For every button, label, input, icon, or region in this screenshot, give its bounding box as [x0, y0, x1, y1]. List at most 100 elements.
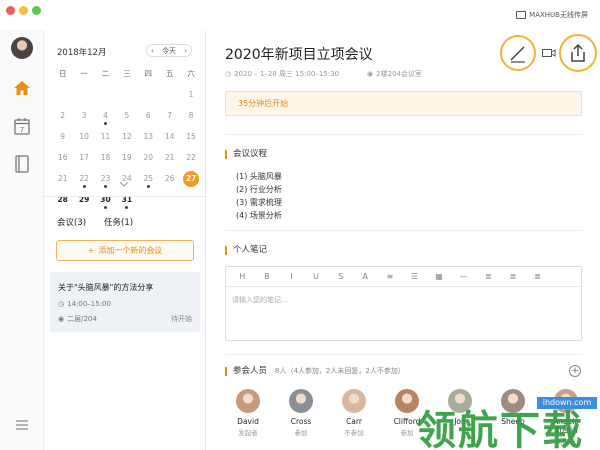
calendar-day-number: 25	[143, 174, 154, 183]
calendar-day	[95, 89, 116, 110]
calendar-day-number: 14	[164, 132, 175, 141]
toolbar-button[interactable]: S	[328, 272, 353, 281]
toolbar-button[interactable]: B	[255, 272, 280, 281]
meeting-card-room-text: 二层/204	[67, 315, 97, 323]
calendar-day-number: 9	[60, 132, 66, 141]
calendar-day[interactable]: 13	[138, 131, 159, 152]
toolbar-button[interactable]: A	[353, 272, 378, 281]
calendar-day-today[interactable]: 27	[180, 171, 201, 194]
minimize-window-button[interactable]	[19, 6, 28, 15]
attendee[interactable]: Cross 参加	[280, 389, 322, 446]
menu-icon[interactable]	[12, 415, 32, 435]
calendar-day[interactable]: 6	[138, 110, 159, 131]
weekday-label: 三	[123, 69, 131, 78]
calendar-day[interactable]: 21	[52, 173, 73, 194]
calendar-day[interactable]: 15	[180, 131, 201, 152]
calendar-day[interactable]: 2	[52, 110, 73, 131]
calendar-day-number: 4	[103, 111, 108, 120]
home-icon[interactable]	[12, 78, 32, 98]
agenda-list: (1) 头脑风暴 (2) 行业分析 (3) 需求梳理 (4) 场景分析	[236, 170, 282, 222]
meeting-card-time-text: 14:00–15:00	[67, 300, 111, 308]
weekday-label: 日	[58, 69, 67, 78]
calendar-day[interactable]: 7	[159, 110, 180, 131]
calendar-day-number: 13	[143, 132, 154, 141]
calendar-day[interactable]: 25	[138, 173, 159, 194]
calendar-day[interactable]: 23	[95, 173, 116, 194]
attendees-label: 参会人员	[225, 366, 267, 376]
calendar-day[interactable]: 18	[95, 152, 116, 173]
calendar-day[interactable]: 30	[95, 194, 116, 215]
calendar-week: 2 3 4 5 6 7 8	[52, 110, 202, 131]
toolbar-button[interactable]: ≣	[501, 272, 526, 281]
add-meeting-label: 添加一个新的会议	[98, 246, 163, 255]
calendar-day[interactable]: 11	[95, 131, 116, 152]
toolbar-button[interactable]: ≣	[476, 272, 501, 281]
agenda-item: (1) 头脑风暴	[236, 172, 282, 181]
share-button[interactable]	[559, 34, 597, 72]
user-avatar[interactable]	[11, 37, 33, 59]
calendar-day[interactable]: 5	[116, 110, 137, 131]
tab-meetings[interactable]: 会议(3)	[57, 216, 86, 228]
divider	[225, 134, 582, 135]
calendar-day[interactable]: 19	[116, 152, 137, 173]
calendar-day[interactable]: 28	[52, 194, 73, 215]
maximize-window-button[interactable]	[32, 6, 41, 15]
calendar-day[interactable]: 16	[52, 152, 73, 173]
calendar-day[interactable]: 21	[159, 152, 180, 173]
toolbar-button[interactable]: I	[279, 272, 304, 281]
notes-label: 个人笔记	[225, 246, 267, 255]
calendar-day[interactable]: 14	[159, 131, 180, 152]
pen-icon	[510, 46, 525, 63]
calendar-day[interactable]: 26	[159, 173, 180, 194]
notes-input[interactable]: 请输入您的笔记...	[232, 295, 288, 305]
calendar-day[interactable]: 29	[73, 194, 94, 215]
toolbar-button[interactable]: H	[230, 272, 255, 281]
screen-cast-button[interactable]: MAXHUB无线传屏	[516, 10, 588, 20]
video-icon[interactable]	[542, 48, 556, 58]
toolbar-button[interactable]: ≡	[378, 272, 403, 281]
edit-button[interactable]	[500, 35, 536, 71]
calendar-day[interactable]: 4	[95, 110, 116, 131]
toolbar-button[interactable]: ☰	[402, 272, 427, 281]
calendar-day-number: 16	[57, 153, 68, 162]
calendar-day[interactable]: 31	[116, 194, 137, 215]
calendar-day[interactable]: 20	[138, 152, 159, 173]
calendar-icon[interactable]: 7	[12, 116, 32, 136]
toolbar-button[interactable]: U	[304, 272, 329, 281]
calendar-day[interactable]: 12	[116, 131, 137, 152]
collapse-calendar-icon[interactable]	[119, 180, 129, 190]
tab-tasks[interactable]: 任务(1)	[104, 216, 133, 228]
cast-label: MAXHUB无线传屏	[529, 11, 588, 19]
add-attendee-icon[interactable]: +	[569, 365, 581, 377]
calendar-day[interactable]: 22	[73, 173, 94, 194]
notebook-icon[interactable]	[12, 154, 32, 174]
attendee-avatar	[342, 389, 366, 413]
calendar-day[interactable]: 8	[180, 110, 201, 131]
meeting-card[interactable]: 关于"头脑风暴"的方法分享 ◷ 14:00–15:00 ◉ 二层/204 待开始	[50, 272, 200, 332]
toolbar-button[interactable]: —	[451, 272, 476, 281]
weekday-label: 一	[80, 69, 88, 78]
calendar-day[interactable]: 22	[180, 152, 201, 173]
calendar-day[interactable]: 10	[73, 131, 94, 152]
calendar-day[interactable]: 9	[52, 131, 73, 152]
meeting-detail: 2020年新项目立项会议 ◷ 2020 – 1–28 周三 15:00–15:30…	[207, 30, 600, 450]
calendar-day-number: 21	[164, 153, 175, 162]
add-meeting-button[interactable]: + 添加一个新的会议	[56, 240, 194, 261]
meeting-datetime-wrap: ◷ 2020 – 1–28 周三 15:00–15:30	[225, 69, 339, 79]
next-month-icon[interactable]: ›	[184, 47, 187, 55]
toolbar-button[interactable]: ≣	[525, 272, 550, 281]
left-rail: 7	[0, 30, 44, 450]
today-button[interactable]: 今天	[162, 46, 176, 56]
toolbar-button[interactable]: ▦	[427, 272, 452, 281]
attendee[interactable]: David 发起者	[227, 389, 269, 446]
calendar-day[interactable]: 17	[73, 152, 94, 173]
calendar-day-number: 7	[167, 111, 173, 120]
calendar-day-number: 20	[143, 153, 154, 162]
prev-month-icon[interactable]: ‹	[151, 47, 154, 55]
calendar-day	[159, 89, 180, 110]
calendar-day[interactable]: 3	[73, 110, 94, 131]
close-window-button[interactable]	[6, 6, 15, 15]
attendee[interactable]: Carr 不参加	[333, 389, 375, 446]
calendar-day[interactable]: 1	[180, 89, 201, 110]
calendar-week: 28 29 30 31	[52, 194, 202, 215]
